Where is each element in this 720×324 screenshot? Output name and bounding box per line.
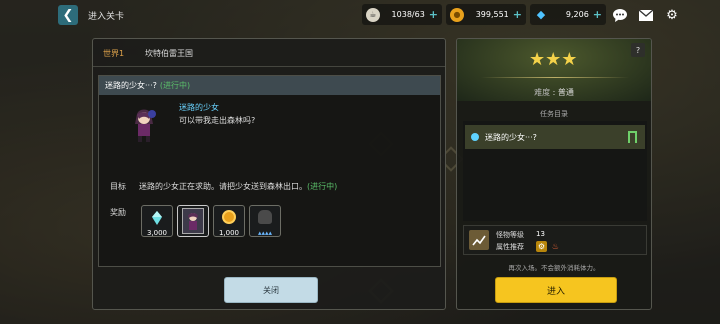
monster-level-value: 13 — [536, 230, 545, 238]
help-icon[interactable]: ? — [631, 43, 645, 57]
monster-info: 怪物等级 13 属性推荐 ⚙ ♨ — [463, 225, 647, 255]
reward-stars-icon: ▴▴▴▴ — [257, 229, 273, 237]
girl-portrait-icon — [129, 106, 159, 144]
goal-status: (进行中) — [307, 182, 338, 191]
page-title: 进入关卡 — [88, 12, 125, 22]
reward-gold[interactable]: 1,000 — [213, 205, 245, 237]
chat-icon[interactable] — [610, 5, 630, 25]
world-label: 世界1 — [103, 49, 125, 58]
goal-label: 目标 — [110, 182, 126, 191]
gold-counter: ● 399,551 + — [446, 4, 526, 25]
stamina-counter: ☕ 1038/63 + — [362, 4, 442, 25]
gem-icon: ◆ — [536, 8, 546, 21]
back-arrow-icon: ❮ — [62, 7, 74, 23]
world-header: 世界1 坎特伯雷王国 — [93, 39, 445, 67]
level-chart-icon — [469, 230, 489, 250]
task-list: 迷路的少女···? — [463, 121, 647, 221]
mail-icon[interactable] — [636, 5, 656, 25]
crystal-icon — [150, 210, 164, 225]
difficulty: 难度 : 普通 — [534, 88, 574, 97]
difficulty-label: 难度 — [534, 88, 551, 97]
shadow-item-icon — [258, 210, 272, 224]
quest-detail-box: 迷路的少女···? (进行中) 迷路的少女 可以带我走出森林吗? 目标 迷路的少… — [98, 75, 441, 267]
back-button[interactable]: ❮ — [58, 5, 78, 25]
task-item[interactable]: 迷路的少女···? — [465, 125, 645, 149]
task-list-title: 任务目录 — [540, 110, 568, 118]
top-bar: ❮ 进入关卡 ☕ 1038/63 + ● 399,551 + ◆ 9,206 +… — [0, 0, 720, 30]
gold-coin-icon: ● — [450, 7, 464, 22]
earth-attribute-icon: ⚙ — [536, 241, 547, 252]
coffee-icon: ☕ — [366, 7, 380, 22]
stamina-value: 1038/63 — [391, 10, 425, 19]
attribute-label: 属性推荐 — [496, 243, 524, 251]
reward-value: 3,000 — [146, 229, 168, 237]
bookmark-icon[interactable] — [628, 131, 637, 143]
world-name: 坎特伯雷王国 — [145, 49, 193, 58]
divider — [481, 77, 629, 78]
reward-crystal[interactable]: 3,000 — [141, 205, 173, 237]
monster-level-label: 怪物等级 — [496, 231, 524, 239]
add-gem-button[interactable]: + — [593, 8, 602, 21]
reward-hero-card[interactable] — [177, 205, 209, 237]
fire-attribute-icon: ♨ — [551, 242, 560, 251]
npc-name: 迷路的少女 — [179, 103, 219, 112]
quest-panel: 世界1 坎特伯雷王国 迷路的少女···? (进行中) 迷路的少女 可以带我走出森… — [92, 38, 446, 310]
quest-status: (进行中) — [159, 81, 191, 90]
enter-button[interactable]: 进入 — [495, 277, 617, 303]
gold-value: 399,551 — [475, 10, 509, 19]
task-dot-icon — [471, 133, 479, 141]
quest-header: 迷路的少女···? (进行中) — [99, 76, 440, 95]
close-button[interactable]: 关闭 — [224, 277, 318, 303]
difficulty-value: 普通 — [557, 88, 574, 97]
task-item-label: 迷路的少女···? — [485, 132, 537, 142]
stage-rating-header: ? ★★★ 难度 : 普通 — [457, 39, 651, 101]
goal-text: 迷路的少女正在求助。请把少女送到森林出口。 — [139, 182, 307, 191]
hero-card-icon — [182, 208, 204, 234]
gem-counter: ◆ 9,206 + — [530, 4, 606, 25]
gear-icon[interactable]: ⚙ — [662, 5, 682, 25]
reentry-note: 再次入场。不会额外消耗体力。 — [508, 264, 600, 272]
reward-label: 奖励 — [110, 208, 126, 217]
gem-value: 9,206 — [565, 10, 589, 19]
add-stamina-button[interactable]: + — [429, 8, 438, 21]
goal-description: 迷路的少女正在求助。请把少女送到森林出口。(进行中) — [139, 181, 337, 192]
add-gold-button[interactable]: + — [513, 8, 522, 21]
star-rating: ★★★ — [529, 49, 578, 70]
quest-title: 迷路的少女···? — [105, 81, 157, 90]
gold-coin-icon — [222, 210, 236, 224]
stage-detail-panel: ? ★★★ 难度 : 普通 任务目录 迷路的少女···? 怪物等级 13 属性推… — [456, 38, 652, 310]
reward-value: 1,000 — [218, 229, 240, 237]
npc-dialogue: 可以带我走出森林吗? — [179, 116, 256, 125]
reward-shadow-item[interactable]: ▴▴▴▴ — [249, 205, 281, 237]
